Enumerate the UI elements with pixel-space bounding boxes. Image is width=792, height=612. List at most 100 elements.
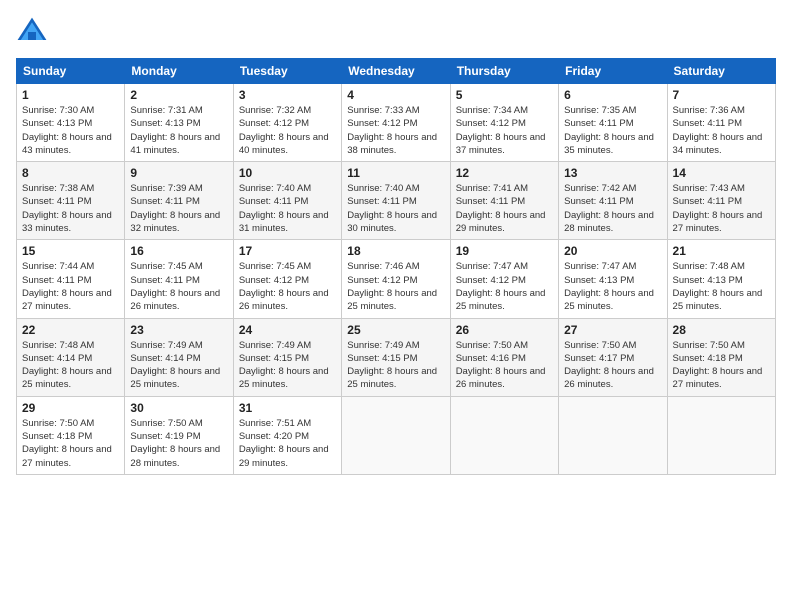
header xyxy=(16,16,776,48)
day-number: 5 xyxy=(456,88,553,102)
day-info: Sunrise: 7:50 AM Sunset: 4:18 PM Dayligh… xyxy=(673,339,770,392)
calendar-cell xyxy=(450,396,558,474)
day-number: 9 xyxy=(130,166,227,180)
calendar-cell: 5 Sunrise: 7:34 AM Sunset: 4:12 PM Dayli… xyxy=(450,84,558,162)
day-info: Sunrise: 7:45 AM Sunset: 4:12 PM Dayligh… xyxy=(239,260,336,313)
day-header-tuesday: Tuesday xyxy=(233,59,341,84)
logo-icon xyxy=(16,16,48,48)
calendar-cell: 6 Sunrise: 7:35 AM Sunset: 4:11 PM Dayli… xyxy=(559,84,667,162)
day-info: Sunrise: 7:33 AM Sunset: 4:12 PM Dayligh… xyxy=(347,104,444,157)
week-row-3: 15 Sunrise: 7:44 AM Sunset: 4:11 PM Dayl… xyxy=(17,240,776,318)
day-info: Sunrise: 7:34 AM Sunset: 4:12 PM Dayligh… xyxy=(456,104,553,157)
day-info: Sunrise: 7:40 AM Sunset: 4:11 PM Dayligh… xyxy=(239,182,336,235)
day-number: 1 xyxy=(22,88,119,102)
day-number: 24 xyxy=(239,323,336,337)
logo xyxy=(16,16,52,48)
calendar-cell: 24 Sunrise: 7:49 AM Sunset: 4:15 PM Dayl… xyxy=(233,318,341,396)
calendar-cell: 20 Sunrise: 7:47 AM Sunset: 4:13 PM Dayl… xyxy=(559,240,667,318)
calendar-cell xyxy=(559,396,667,474)
week-row-1: 1 Sunrise: 7:30 AM Sunset: 4:13 PM Dayli… xyxy=(17,84,776,162)
day-info: Sunrise: 7:49 AM Sunset: 4:15 PM Dayligh… xyxy=(347,339,444,392)
calendar-cell: 12 Sunrise: 7:41 AM Sunset: 4:11 PM Dayl… xyxy=(450,162,558,240)
day-header-sunday: Sunday xyxy=(17,59,125,84)
day-info: Sunrise: 7:40 AM Sunset: 4:11 PM Dayligh… xyxy=(347,182,444,235)
calendar-cell: 18 Sunrise: 7:46 AM Sunset: 4:12 PM Dayl… xyxy=(342,240,450,318)
calendar-cell: 1 Sunrise: 7:30 AM Sunset: 4:13 PM Dayli… xyxy=(17,84,125,162)
week-row-2: 8 Sunrise: 7:38 AM Sunset: 4:11 PM Dayli… xyxy=(17,162,776,240)
calendar-cell: 4 Sunrise: 7:33 AM Sunset: 4:12 PM Dayli… xyxy=(342,84,450,162)
day-info: Sunrise: 7:48 AM Sunset: 4:14 PM Dayligh… xyxy=(22,339,119,392)
calendar-cell: 21 Sunrise: 7:48 AM Sunset: 4:13 PM Dayl… xyxy=(667,240,775,318)
day-number: 7 xyxy=(673,88,770,102)
day-number: 2 xyxy=(130,88,227,102)
day-number: 30 xyxy=(130,401,227,415)
day-number: 18 xyxy=(347,244,444,258)
day-number: 8 xyxy=(22,166,119,180)
day-info: Sunrise: 7:30 AM Sunset: 4:13 PM Dayligh… xyxy=(22,104,119,157)
calendar-cell: 11 Sunrise: 7:40 AM Sunset: 4:11 PM Dayl… xyxy=(342,162,450,240)
calendar-cell: 31 Sunrise: 7:51 AM Sunset: 4:20 PM Dayl… xyxy=(233,396,341,474)
calendar-cell: 19 Sunrise: 7:47 AM Sunset: 4:12 PM Dayl… xyxy=(450,240,558,318)
day-info: Sunrise: 7:35 AM Sunset: 4:11 PM Dayligh… xyxy=(564,104,661,157)
day-info: Sunrise: 7:48 AM Sunset: 4:13 PM Dayligh… xyxy=(673,260,770,313)
day-info: Sunrise: 7:50 AM Sunset: 4:18 PM Dayligh… xyxy=(22,417,119,470)
calendar-cell: 27 Sunrise: 7:50 AM Sunset: 4:17 PM Dayl… xyxy=(559,318,667,396)
calendar-cell: 30 Sunrise: 7:50 AM Sunset: 4:19 PM Dayl… xyxy=(125,396,233,474)
day-info: Sunrise: 7:50 AM Sunset: 4:17 PM Dayligh… xyxy=(564,339,661,392)
day-info: Sunrise: 7:44 AM Sunset: 4:11 PM Dayligh… xyxy=(22,260,119,313)
day-number: 29 xyxy=(22,401,119,415)
calendar-cell: 9 Sunrise: 7:39 AM Sunset: 4:11 PM Dayli… xyxy=(125,162,233,240)
day-info: Sunrise: 7:32 AM Sunset: 4:12 PM Dayligh… xyxy=(239,104,336,157)
day-info: Sunrise: 7:41 AM Sunset: 4:11 PM Dayligh… xyxy=(456,182,553,235)
day-info: Sunrise: 7:50 AM Sunset: 4:19 PM Dayligh… xyxy=(130,417,227,470)
day-number: 19 xyxy=(456,244,553,258)
calendar-cell: 14 Sunrise: 7:43 AM Sunset: 4:11 PM Dayl… xyxy=(667,162,775,240)
day-info: Sunrise: 7:46 AM Sunset: 4:12 PM Dayligh… xyxy=(347,260,444,313)
day-number: 22 xyxy=(22,323,119,337)
calendar-cell: 7 Sunrise: 7:36 AM Sunset: 4:11 PM Dayli… xyxy=(667,84,775,162)
calendar-cell: 10 Sunrise: 7:40 AM Sunset: 4:11 PM Dayl… xyxy=(233,162,341,240)
calendar-cell: 8 Sunrise: 7:38 AM Sunset: 4:11 PM Dayli… xyxy=(17,162,125,240)
day-info: Sunrise: 7:31 AM Sunset: 4:13 PM Dayligh… xyxy=(130,104,227,157)
day-number: 31 xyxy=(239,401,336,415)
calendar-cell: 17 Sunrise: 7:45 AM Sunset: 4:12 PM Dayl… xyxy=(233,240,341,318)
day-info: Sunrise: 7:50 AM Sunset: 4:16 PM Dayligh… xyxy=(456,339,553,392)
day-header-monday: Monday xyxy=(125,59,233,84)
day-number: 26 xyxy=(456,323,553,337)
day-info: Sunrise: 7:43 AM Sunset: 4:11 PM Dayligh… xyxy=(673,182,770,235)
page: SundayMondayTuesdayWednesdayThursdayFrid… xyxy=(0,0,792,612)
day-number: 13 xyxy=(564,166,661,180)
day-number: 20 xyxy=(564,244,661,258)
day-header-friday: Friday xyxy=(559,59,667,84)
day-number: 11 xyxy=(347,166,444,180)
calendar-cell: 13 Sunrise: 7:42 AM Sunset: 4:11 PM Dayl… xyxy=(559,162,667,240)
day-number: 15 xyxy=(22,244,119,258)
day-number: 16 xyxy=(130,244,227,258)
calendar-cell: 3 Sunrise: 7:32 AM Sunset: 4:12 PM Dayli… xyxy=(233,84,341,162)
day-info: Sunrise: 7:47 AM Sunset: 4:12 PM Dayligh… xyxy=(456,260,553,313)
day-number: 12 xyxy=(456,166,553,180)
day-info: Sunrise: 7:45 AM Sunset: 4:11 PM Dayligh… xyxy=(130,260,227,313)
calendar-cell: 28 Sunrise: 7:50 AM Sunset: 4:18 PM Dayl… xyxy=(667,318,775,396)
week-row-4: 22 Sunrise: 7:48 AM Sunset: 4:14 PM Dayl… xyxy=(17,318,776,396)
day-number: 10 xyxy=(239,166,336,180)
calendar-cell: 26 Sunrise: 7:50 AM Sunset: 4:16 PM Dayl… xyxy=(450,318,558,396)
day-number: 14 xyxy=(673,166,770,180)
day-header-saturday: Saturday xyxy=(667,59,775,84)
day-info: Sunrise: 7:42 AM Sunset: 4:11 PM Dayligh… xyxy=(564,182,661,235)
day-info: Sunrise: 7:49 AM Sunset: 4:15 PM Dayligh… xyxy=(239,339,336,392)
calendar-cell: 16 Sunrise: 7:45 AM Sunset: 4:11 PM Dayl… xyxy=(125,240,233,318)
calendar-table: SundayMondayTuesdayWednesdayThursdayFrid… xyxy=(16,58,776,475)
calendar-cell xyxy=(342,396,450,474)
day-number: 28 xyxy=(673,323,770,337)
day-header-thursday: Thursday xyxy=(450,59,558,84)
day-info: Sunrise: 7:36 AM Sunset: 4:11 PM Dayligh… xyxy=(673,104,770,157)
calendar-cell: 29 Sunrise: 7:50 AM Sunset: 4:18 PM Dayl… xyxy=(17,396,125,474)
day-info: Sunrise: 7:51 AM Sunset: 4:20 PM Dayligh… xyxy=(239,417,336,470)
day-header-wednesday: Wednesday xyxy=(342,59,450,84)
calendar-cell: 23 Sunrise: 7:49 AM Sunset: 4:14 PM Dayl… xyxy=(125,318,233,396)
week-row-5: 29 Sunrise: 7:50 AM Sunset: 4:18 PM Dayl… xyxy=(17,396,776,474)
day-number: 27 xyxy=(564,323,661,337)
calendar-cell xyxy=(667,396,775,474)
day-number: 21 xyxy=(673,244,770,258)
